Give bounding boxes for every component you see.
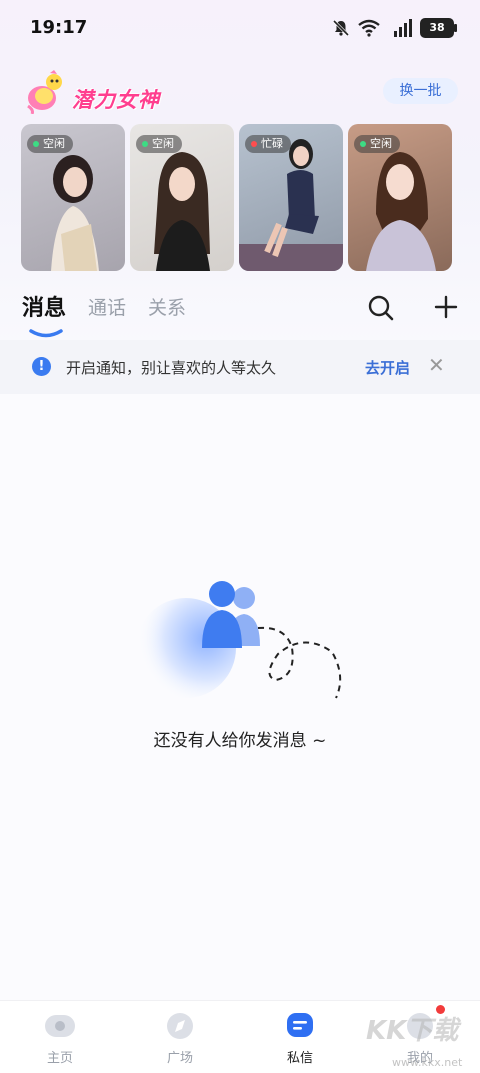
tab-calls[interactable]: 通话 <box>88 293 126 322</box>
info-icon: ! <box>32 357 51 376</box>
message-icon <box>287 1013 313 1037</box>
notification-text: 开启通知，别让喜欢的人等太久 <box>66 359 277 377</box>
status-badge: 空闲 <box>354 135 400 153</box>
watermark-url: www.kkx.net <box>392 1056 463 1069</box>
nav-square[interactable]: 广场 <box>140 1011 220 1066</box>
empty-messages-illustration <box>136 581 342 699</box>
profile-card[interactable]: 空闲 <box>130 124 234 271</box>
plus-icon[interactable] <box>433 294 459 324</box>
close-icon[interactable]: ✕ <box>428 353 445 377</box>
nav-home[interactable]: 主页 <box>20 1011 100 1066</box>
status-dot <box>33 141 39 147</box>
enable-notifications-button[interactable]: 去开启 <box>365 357 410 378</box>
section-title: 潜力女神 <box>72 88 160 112</box>
watermark: KK下载 <box>366 1016 459 1046</box>
status-bar: 19:17 38 <box>0 0 480 56</box>
profile-card[interactable]: 空闲 <box>348 124 452 271</box>
profile-card[interactable]: 空闲 <box>21 124 125 271</box>
status-icons: 38 <box>332 18 457 38</box>
mute-bell-icon <box>332 19 350 37</box>
tab-relations[interactable]: 关系 <box>148 293 186 322</box>
battery-indicator: 38 <box>420 18 457 38</box>
status-dot <box>142 141 148 147</box>
compass-icon <box>167 1013 193 1039</box>
home-chat-icon <box>45 1015 75 1037</box>
refresh-batch-button[interactable]: 换一批 <box>383 78 458 104</box>
status-dot <box>360 141 366 147</box>
nav-messages[interactable]: 私信 <box>260 1011 340 1066</box>
wifi-icon <box>358 19 380 37</box>
status-badge: 空闲 <box>136 135 182 153</box>
potential-goddess-logo: 潜力女神 <box>24 66 184 118</box>
profile-card[interactable]: 忙碌 <box>239 124 343 271</box>
message-tabs: 消息 通话 关系 <box>22 290 186 338</box>
mascot-icon <box>27 70 62 114</box>
status-badge: 忙碌 <box>245 135 291 153</box>
notification-banner: ! 开启通知，别让喜欢的人等太久 去开启 ✕ <box>0 340 480 394</box>
empty-state-text: 还没有人给你发消息 ~ <box>153 731 327 751</box>
status-badge: 空闲 <box>27 135 73 153</box>
tab-messages[interactable]: 消息 <box>22 290 66 338</box>
recommended-cards: 空闲 空闲 忙碌 空闲 <box>21 124 452 271</box>
status-time: 19:17 <box>30 17 88 38</box>
search-icon[interactable] <box>367 294 395 326</box>
status-dot <box>251 141 257 147</box>
active-tab-indicator <box>29 329 63 338</box>
signal-5g-icon <box>388 19 412 37</box>
